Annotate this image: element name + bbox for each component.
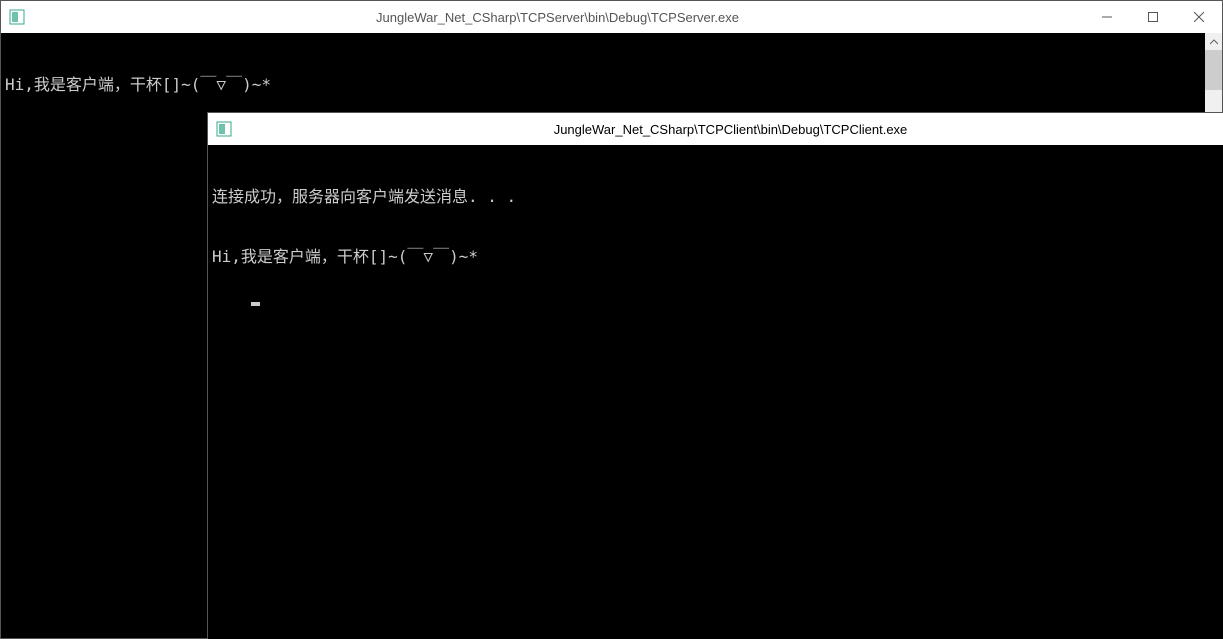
app-icon xyxy=(216,121,232,137)
app-icon xyxy=(9,9,25,25)
minimize-button[interactable] xyxy=(1084,1,1130,33)
cursor xyxy=(251,302,260,306)
console-line: Hi,我是客户端，干杯[]~(￣▽￣)~* xyxy=(212,247,1219,267)
window-controls xyxy=(1084,1,1222,33)
scroll-up-icon[interactable] xyxy=(1205,33,1222,50)
maximize-button[interactable] xyxy=(1130,1,1176,33)
scroll-thumb[interactable] xyxy=(1205,50,1222,90)
tcpclient-console[interactable]: 连接成功，服务器向客户端发送消息. . . Hi,我是客户端，干杯[]~(￣▽￣… xyxy=(208,145,1223,329)
tcpclient-titlebar[interactable]: JungleWar_Net_CSharp\TCPClient\bin\Debug… xyxy=(208,113,1223,145)
console-line: Hi,我是客户端，干杯[]~(￣▽￣)~* xyxy=(5,75,1200,95)
tcpclient-title: JungleWar_Net_CSharp\TCPClient\bin\Debug… xyxy=(238,122,1223,137)
tcpclient-window: JungleWar_Net_CSharp\TCPClient\bin\Debug… xyxy=(207,112,1223,639)
tcpserver-titlebar[interactable]: JungleWar_Net_CSharp\TCPServer\bin\Debug… xyxy=(1,1,1222,33)
tcpserver-title: JungleWar_Net_CSharp\TCPServer\bin\Debug… xyxy=(31,10,1084,25)
close-button[interactable] xyxy=(1176,1,1222,33)
console-line: 连接成功，服务器向客户端发送消息. . . xyxy=(212,187,1219,207)
